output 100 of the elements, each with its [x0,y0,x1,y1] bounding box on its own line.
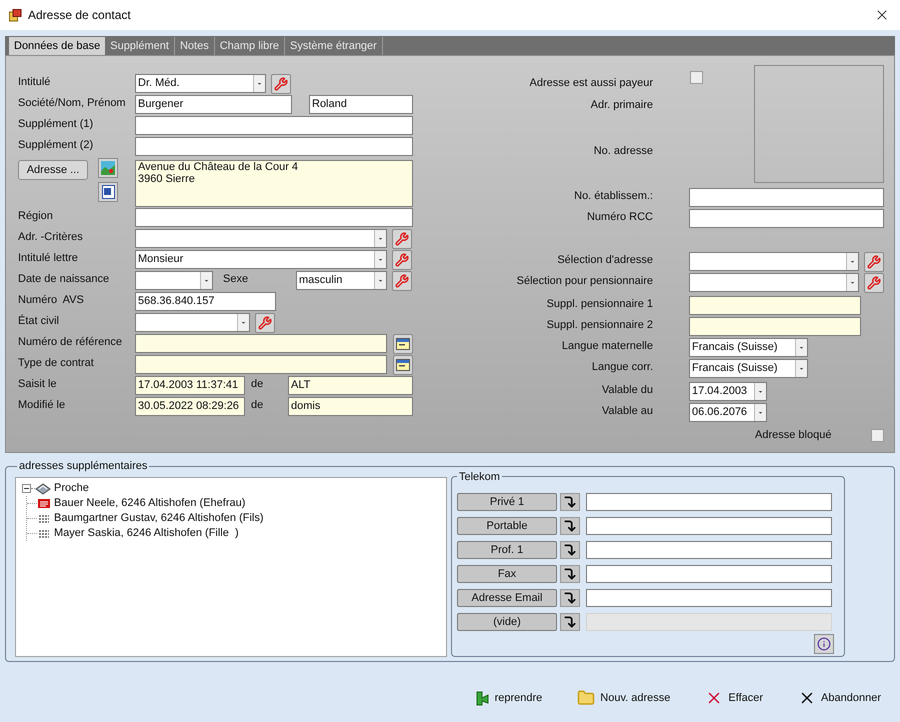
dropdown[interactable]: Francais (Suisse) [689,359,808,378]
chevron-down-icon [200,272,212,289]
field-label: Suppl. pensionnaire 1 [546,297,653,312]
text-field[interactable]: 568.36.840.157 [135,292,276,311]
info-button[interactable] [814,634,834,654]
text-field[interactable] [586,565,832,583]
arrow-icon [476,690,490,706]
action-button[interactable]: Nouv. adresse [577,686,670,710]
field-label: Adr. primaire [590,98,653,113]
text-field[interactable] [689,317,861,336]
text-field[interactable] [135,334,387,353]
lookup-button[interactable] [255,313,275,333]
lookup-button[interactable] [392,271,412,291]
chevron-down-icon [237,314,249,331]
dropdown[interactable]: masculin [296,271,387,290]
chevron-down-icon [374,251,386,268]
dropdown[interactable] [135,229,387,248]
phone-type-button[interactable]: Privé 1 [457,493,557,511]
address-button[interactable]: Adresse ... [18,160,88,180]
dial-button[interactable] [560,517,580,535]
document-button[interactable] [98,182,118,202]
action-button[interactable]: reprendre [476,686,542,710]
text-field[interactable] [135,116,413,135]
field-label: Région [18,209,53,224]
action-button[interactable]: Abandonner [798,686,881,710]
text-field[interactable] [689,296,861,315]
dial-button[interactable] [560,565,580,583]
phone-type-button[interactable]: Fax [457,565,557,583]
dropdown[interactable] [689,273,859,292]
chevron-down-icon [795,339,807,356]
corner-arrow-icon [563,567,577,581]
picker-button[interactable] [393,355,413,375]
dropdown[interactable]: Monsieur [135,250,387,269]
wrench-icon [395,232,409,246]
dropdown[interactable] [135,313,250,332]
field-label: No. établissem.: [574,189,653,204]
dropdown[interactable]: Dr. Méd. [135,74,266,93]
field-label: Langue corr. [592,360,653,375]
lookup-button[interactable] [864,273,884,293]
wrench-icon [867,276,881,290]
field-label: Intitulé [18,75,50,90]
text-field[interactable] [586,589,832,607]
dial-button[interactable] [560,589,580,607]
checkbox[interactable] [871,428,884,442]
corner-arrow-icon [563,615,577,629]
tree-item[interactable]: Baumgartner Gustav, 6246 Altishofen (Fils) [54,510,264,526]
field-label: Numéro de référence [18,335,122,350]
dropdown[interactable] [689,252,859,271]
dropdown[interactable]: 17.04.2003 [689,382,767,401]
text-field[interactable]: ALT [288,376,413,395]
tree-item[interactable]: Proche [54,480,89,496]
lookup-button[interactable] [271,74,291,94]
map-button[interactable] [98,158,118,178]
text-field[interactable] [586,517,832,535]
text-field[interactable] [135,355,387,374]
text-field[interactable] [689,209,884,228]
text-field[interactable] [586,541,832,559]
info-icon [817,637,831,651]
field-label: Sélection d'adresse [557,253,653,268]
action-button[interactable]: Effacer [705,686,764,710]
text-field[interactable]: 30.05.2022 08:29:26 [135,397,245,416]
group-title: adresses supplémentaires [18,459,148,474]
dial-button[interactable] [560,493,580,511]
chevron-down-icon [374,230,386,247]
checkbox[interactable] [690,71,703,84]
text-field[interactable] [135,208,413,227]
address-field[interactable]: Avenue du Château de la Cour 4 3960 Sierre [135,160,413,207]
dropdown[interactable]: 06.06.2076 [689,403,767,422]
dial-button[interactable] [560,613,580,631]
field-label: Supplément (2) [18,138,94,153]
picker-button[interactable] [393,334,413,354]
text-field[interactable]: Roland [309,95,413,114]
field-label: No. adresse [594,144,653,159]
dropdown[interactable] [135,271,213,290]
dropdown[interactable]: Francais (Suisse) [689,338,808,357]
text-field[interactable] [135,137,413,156]
phone-type-button[interactable]: Adresse Email [457,589,557,607]
phone-type-button[interactable]: Portable [457,517,557,535]
tree-item[interactable]: Mayer Saskia, 6246 Altishofen (Fille ) [54,524,239,542]
dial-button[interactable] [560,541,580,559]
tab[interactable]: Données de base [9,37,106,55]
text-field[interactable] [586,493,832,511]
field-label: Saisit le [18,377,57,392]
app-icon [9,8,22,22]
lookup-button[interactable] [864,252,884,272]
text-field[interactable]: Burgener [135,95,292,114]
wrench-icon [258,316,272,330]
field-label: Adr. -Critères [18,230,83,245]
collapse-icon[interactable] [22,484,31,492]
chevron-down-icon [253,75,265,92]
lookup-button[interactable] [392,229,412,249]
field-label: Sexe [223,272,248,287]
tree-item[interactable]: Bauer Neele, 6246 Altishofen (Ehefrau) [54,494,246,512]
text-field[interactable] [689,188,884,207]
field-label: de [251,377,264,392]
lookup-button[interactable] [392,250,412,270]
phone-type-button[interactable]: Prof. 1 [457,541,557,559]
wrench-icon [867,255,881,269]
text-field[interactable]: 17.04.2003 11:37:41 [135,376,245,395]
text-field[interactable]: domis [288,397,413,416]
